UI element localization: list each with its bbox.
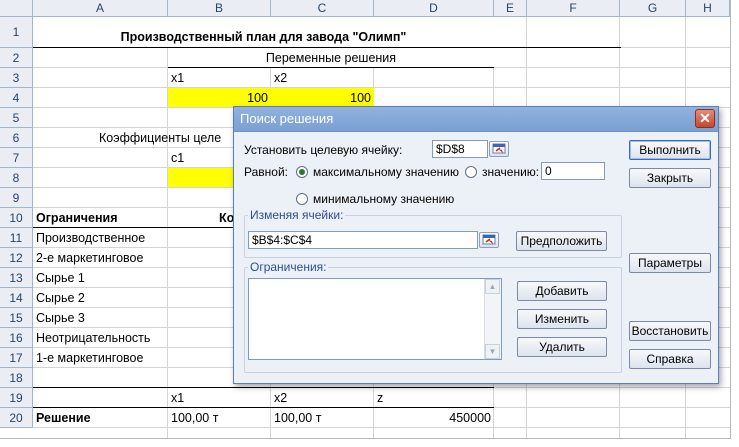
cell-b19[interactable]: x1 xyxy=(168,388,271,408)
changing-cells-label: Изменяя ячейки: xyxy=(248,208,346,222)
change-button[interactable]: Изменить xyxy=(517,309,607,329)
column-header-f[interactable]: F xyxy=(527,0,620,17)
value-input[interactable]: 0 xyxy=(541,162,605,180)
row-header-2[interactable]: 2 xyxy=(0,48,33,68)
cell-b7[interactable]: c1 xyxy=(168,148,234,168)
column-header-h[interactable]: H xyxy=(686,0,730,17)
scroll-down-icon[interactable]: ▼ xyxy=(485,344,500,359)
constraints-listbox[interactable]: ▲ ▼ xyxy=(248,278,502,360)
row-header-15[interactable]: 15 xyxy=(0,308,33,328)
close-icon[interactable]: ✕ xyxy=(695,109,715,128)
radio-max-label[interactable]: максимальному значению xyxy=(313,165,459,179)
equal-label: Равной: xyxy=(244,165,288,179)
gridline xyxy=(33,87,730,88)
add-button[interactable]: Добавить xyxy=(517,281,607,301)
cell-a10[interactable]: Ограничения xyxy=(33,208,168,228)
row-header-10[interactable]: 10 xyxy=(0,208,33,228)
dialog-title: Поиск решения xyxy=(240,111,334,126)
row-header-11[interactable]: 11 xyxy=(0,228,33,248)
column-header-c[interactable]: C xyxy=(271,0,374,17)
changing-cells-input[interactable]: $B$4:$C$4 xyxy=(248,231,478,249)
cell-c19[interactable]: x2 xyxy=(271,388,374,408)
help-button[interactable]: Справка xyxy=(629,349,711,369)
radio-value[interactable] xyxy=(465,166,477,178)
row-header-9[interactable]: 9 xyxy=(0,188,33,208)
guess-button[interactable]: Предположить xyxy=(516,231,607,251)
column-header-e[interactable]: E xyxy=(494,0,527,17)
collapse-dialog-icon[interactable] xyxy=(479,232,499,248)
cell-a11[interactable]: Производственное xyxy=(33,228,168,248)
objective-cells-highlight xyxy=(168,168,234,187)
cell-coeff-label[interactable]: Коэффициенты целе xyxy=(96,128,236,148)
row-header-7[interactable]: 7 xyxy=(0,148,33,168)
row-header-1[interactable]: 1 xyxy=(0,17,33,48)
cell-b4[interactable]: 100 xyxy=(168,88,271,108)
cell-a13[interactable]: Сырье 1 xyxy=(33,268,168,288)
row-header-12[interactable]: 12 xyxy=(0,248,33,268)
column-header-d[interactable]: D xyxy=(374,0,494,17)
row-header-6[interactable]: 6 xyxy=(0,128,33,148)
cell-a17[interactable]: 1-е маркетинговое xyxy=(33,348,168,368)
row-header-5[interactable]: 5 xyxy=(0,108,33,128)
cell-a12[interactable]: 2-е маркетинговое xyxy=(33,248,168,268)
cell-title[interactable]: Производственный план для завода "Олимп" xyxy=(33,27,494,47)
cell-a14[interactable]: Сырье 2 xyxy=(33,288,168,308)
cell-d19[interactable]: z xyxy=(374,388,494,408)
cell-a15[interactable]: Сырье 3 xyxy=(33,308,168,328)
radio-min-label[interactable]: минимальному значению xyxy=(313,192,454,206)
solve-button[interactable]: Выполнить xyxy=(629,140,711,160)
cell-vars-label[interactable]: Переменные решения xyxy=(168,48,494,68)
collapse-dialog-icon[interactable] xyxy=(489,141,509,157)
close-button[interactable]: Закрыть xyxy=(629,168,711,188)
radio-min[interactable] xyxy=(296,193,308,205)
row-header-19[interactable]: 19 xyxy=(0,388,33,408)
delete-button[interactable]: Удалить xyxy=(517,337,607,357)
cell-a20[interactable]: Решение xyxy=(33,408,168,428)
column-header-b[interactable]: B xyxy=(168,0,271,17)
row-header-16[interactable]: 16 xyxy=(0,328,33,348)
cell-c3[interactable]: x2 xyxy=(271,68,374,88)
row-header-18[interactable]: 18 xyxy=(0,368,33,388)
reset-button[interactable]: Восстановить xyxy=(629,321,711,341)
cell-c20[interactable]: 100,00 т xyxy=(271,408,374,428)
row-header-8[interactable]: 8 xyxy=(0,168,33,188)
options-button[interactable]: Параметры xyxy=(629,253,711,273)
listbox-scrollbar[interactable]: ▲ ▼ xyxy=(484,279,501,359)
row-header-20[interactable]: 20 xyxy=(0,408,33,428)
column-header-a[interactable]: A xyxy=(33,0,168,17)
cell-b20[interactable]: 100,00 т xyxy=(168,408,271,428)
dialog-titlebar[interactable]: Поиск решения ✕ xyxy=(234,107,718,132)
cell-b3[interactable]: x1 xyxy=(168,68,271,88)
radio-value-label[interactable]: значению: xyxy=(482,165,539,179)
solver-dialog[interactable]: Поиск решения ✕ Установить целевую ячейк… xyxy=(233,106,719,384)
cell-d20[interactable]: 450000 xyxy=(374,408,494,428)
row-header-13[interactable]: 13 xyxy=(0,268,33,288)
row-header-3[interactable]: 3 xyxy=(0,68,33,88)
scroll-up-icon[interactable]: ▲ xyxy=(485,279,500,294)
target-cell-input[interactable]: $D$8 xyxy=(432,140,488,158)
radio-max[interactable] xyxy=(296,166,308,178)
row-header-17[interactable]: 17 xyxy=(0,348,33,368)
column-header-g[interactable]: G xyxy=(620,0,686,17)
cell-c4[interactable]: 100 xyxy=(271,88,374,108)
row-header-4[interactable]: 4 xyxy=(0,88,33,108)
row-header-14[interactable]: 14 xyxy=(0,288,33,308)
select-all-corner[interactable] xyxy=(0,0,33,17)
cell-a16[interactable]: Неотрицательность xyxy=(33,328,168,348)
target-cell-label: Установить целевую ячейку: xyxy=(244,143,403,157)
constraints-label: Ограничения: xyxy=(248,260,329,274)
